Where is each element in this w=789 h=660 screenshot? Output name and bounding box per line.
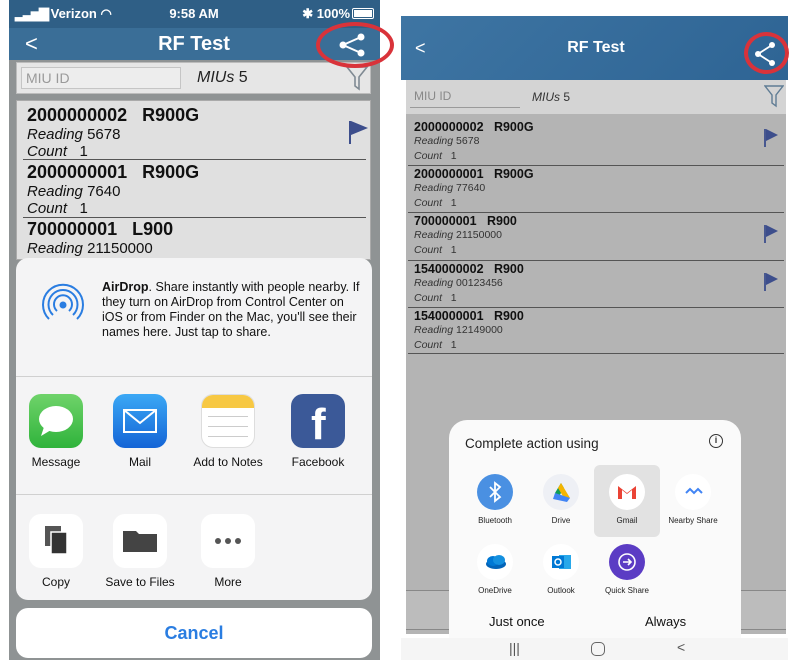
ios-status-bar: ▂▃▅▇ Verizon ◠ 9:58 AM ✱ 100% bbox=[9, 0, 380, 28]
sheet-title: Complete action using bbox=[465, 436, 599, 451]
battery-label: ✱ 100% bbox=[302, 6, 350, 21]
onedrive-icon bbox=[477, 544, 513, 580]
list-divider bbox=[408, 212, 784, 213]
divider bbox=[16, 494, 372, 495]
bluetooth-icon: ✱ bbox=[302, 6, 314, 21]
gmail-icon bbox=[609, 474, 645, 510]
search-bar: MIU ID MIUs 5 bbox=[16, 62, 371, 94]
miu-list: 2000000002 R900G Reading 5678 Count 1 20… bbox=[16, 100, 371, 260]
action-save-to-files[interactable]: Save to Files bbox=[100, 514, 180, 589]
outlook-icon bbox=[543, 544, 579, 580]
android-header: < RF Test bbox=[401, 16, 788, 80]
list-divider bbox=[23, 159, 366, 160]
folder-icon bbox=[113, 514, 167, 568]
back-button[interactable]: < bbox=[25, 31, 38, 57]
airdrop-icon bbox=[42, 283, 84, 320]
ios-screen: ▂▃▅▇ Verizon ◠ 9:58 AM ✱ 100% < RF Test … bbox=[9, 0, 380, 660]
notes-icon bbox=[201, 394, 255, 448]
list-item[interactable]: 2000000002 R900G Reading 5678 Count 1 bbox=[414, 120, 774, 164]
home-button[interactable] bbox=[591, 642, 605, 656]
share-app-mail[interactable]: Mail bbox=[100, 394, 180, 469]
miu-count: MIUs 5 bbox=[197, 69, 248, 86]
share-target-nearby-share[interactable]: Nearby Share bbox=[661, 474, 725, 525]
share-target-outlook[interactable]: Outlook bbox=[529, 544, 593, 595]
facebook-icon: f bbox=[291, 394, 345, 448]
miu-id-input[interactable]: MIU ID bbox=[410, 86, 520, 108]
share-target-onedrive[interactable]: OneDrive bbox=[463, 544, 527, 595]
page-title: RF Test bbox=[158, 33, 230, 55]
android-screen: < RF Test MIU ID MIUs 5 2000000002 R900G… bbox=[401, 16, 788, 660]
miu-count: MIUs 5 bbox=[532, 90, 571, 104]
system-nav-bar: ||| < bbox=[401, 638, 788, 660]
flag-icon bbox=[764, 225, 778, 243]
airdrop-description: AirDrop. Share instantly with people nea… bbox=[102, 280, 360, 339]
share-sheet: AirDrop. Share instantly with people nea… bbox=[16, 258, 372, 600]
mail-icon bbox=[113, 394, 167, 448]
action-more[interactable]: More bbox=[188, 514, 268, 589]
bluetooth-icon bbox=[477, 474, 513, 510]
copy-icon bbox=[29, 514, 83, 568]
nearby-share-icon bbox=[675, 474, 711, 510]
flag-icon bbox=[764, 129, 778, 147]
list-item[interactable]: 1540000002 R900 Reading 00123456 Count 1 bbox=[414, 262, 774, 306]
list-item[interactable]: 700000001 R900 Reading 21150000 Count 1 bbox=[414, 214, 774, 258]
quick-share-icon bbox=[609, 544, 645, 580]
divider bbox=[16, 376, 372, 377]
list-divider bbox=[408, 353, 784, 354]
search-bar: MIU ID MIUs 5 bbox=[406, 80, 786, 114]
list-item[interactable]: 2000000001 R900G Reading 77640 Count 1 bbox=[414, 167, 774, 211]
complete-action-sheet: Complete action using i Bluetooth Drive … bbox=[449, 420, 741, 638]
flag-icon bbox=[349, 121, 368, 144]
share-target-drive[interactable]: Drive bbox=[529, 474, 593, 525]
drive-icon bbox=[543, 474, 579, 510]
share-target-quick-share[interactable]: Quick Share bbox=[595, 544, 659, 595]
share-target-gmail[interactable]: Gmail bbox=[595, 474, 659, 525]
page-title: RF Test bbox=[567, 39, 625, 56]
always-button[interactable]: Always bbox=[645, 614, 686, 629]
recents-button[interactable]: ||| bbox=[509, 640, 520, 656]
list-divider bbox=[408, 165, 784, 166]
flag-icon bbox=[764, 273, 778, 291]
highlight-ring bbox=[744, 32, 789, 74]
share-app-message[interactable]: Message bbox=[16, 394, 96, 469]
status-time: 9:58 AM bbox=[169, 6, 219, 21]
list-item[interactable]: 2000000002 R900G Reading 5678 Count 1 bbox=[27, 105, 367, 160]
list-divider bbox=[23, 217, 366, 218]
filter-icon[interactable] bbox=[764, 84, 784, 108]
share-app-notes[interactable]: Add to Notes bbox=[188, 394, 268, 469]
list-divider bbox=[408, 260, 784, 261]
share-target-bluetooth[interactable]: Bluetooth bbox=[463, 474, 527, 525]
just-once-button[interactable]: Just once bbox=[489, 614, 545, 629]
miu-id-input[interactable]: MIU ID bbox=[21, 67, 181, 89]
more-icon bbox=[201, 514, 255, 568]
back-button[interactable]: < bbox=[415, 38, 426, 59]
list-divider bbox=[408, 307, 784, 308]
list-item[interactable]: 700000001 L900 Reading 21150000 bbox=[27, 219, 367, 257]
carrier-label: ▂▃▅▇ Verizon ◠ bbox=[15, 6, 112, 21]
highlight-ring bbox=[316, 22, 394, 68]
wifi-icon: ◠ bbox=[100, 6, 112, 21]
battery-icon bbox=[352, 8, 374, 19]
info-icon[interactable]: i bbox=[709, 434, 723, 448]
filter-icon[interactable] bbox=[345, 65, 369, 91]
share-app-facebook[interactable]: f Facebook bbox=[278, 394, 358, 469]
list-item[interactable]: 1540000001 R900 Reading 12149000 Count 1 bbox=[414, 309, 774, 353]
airdrop-section[interactable]: AirDrop. Share instantly with people nea… bbox=[16, 258, 372, 376]
system-back-button[interactable]: < bbox=[677, 639, 685, 655]
message-icon bbox=[29, 394, 83, 448]
signal-icon: ▂▃▅▇ bbox=[15, 6, 49, 21]
cancel-button[interactable]: Cancel bbox=[16, 608, 372, 658]
list-item[interactable]: 2000000001 R900G Reading 7640 Count 1 bbox=[27, 162, 367, 217]
action-copy[interactable]: Copy bbox=[16, 514, 96, 589]
